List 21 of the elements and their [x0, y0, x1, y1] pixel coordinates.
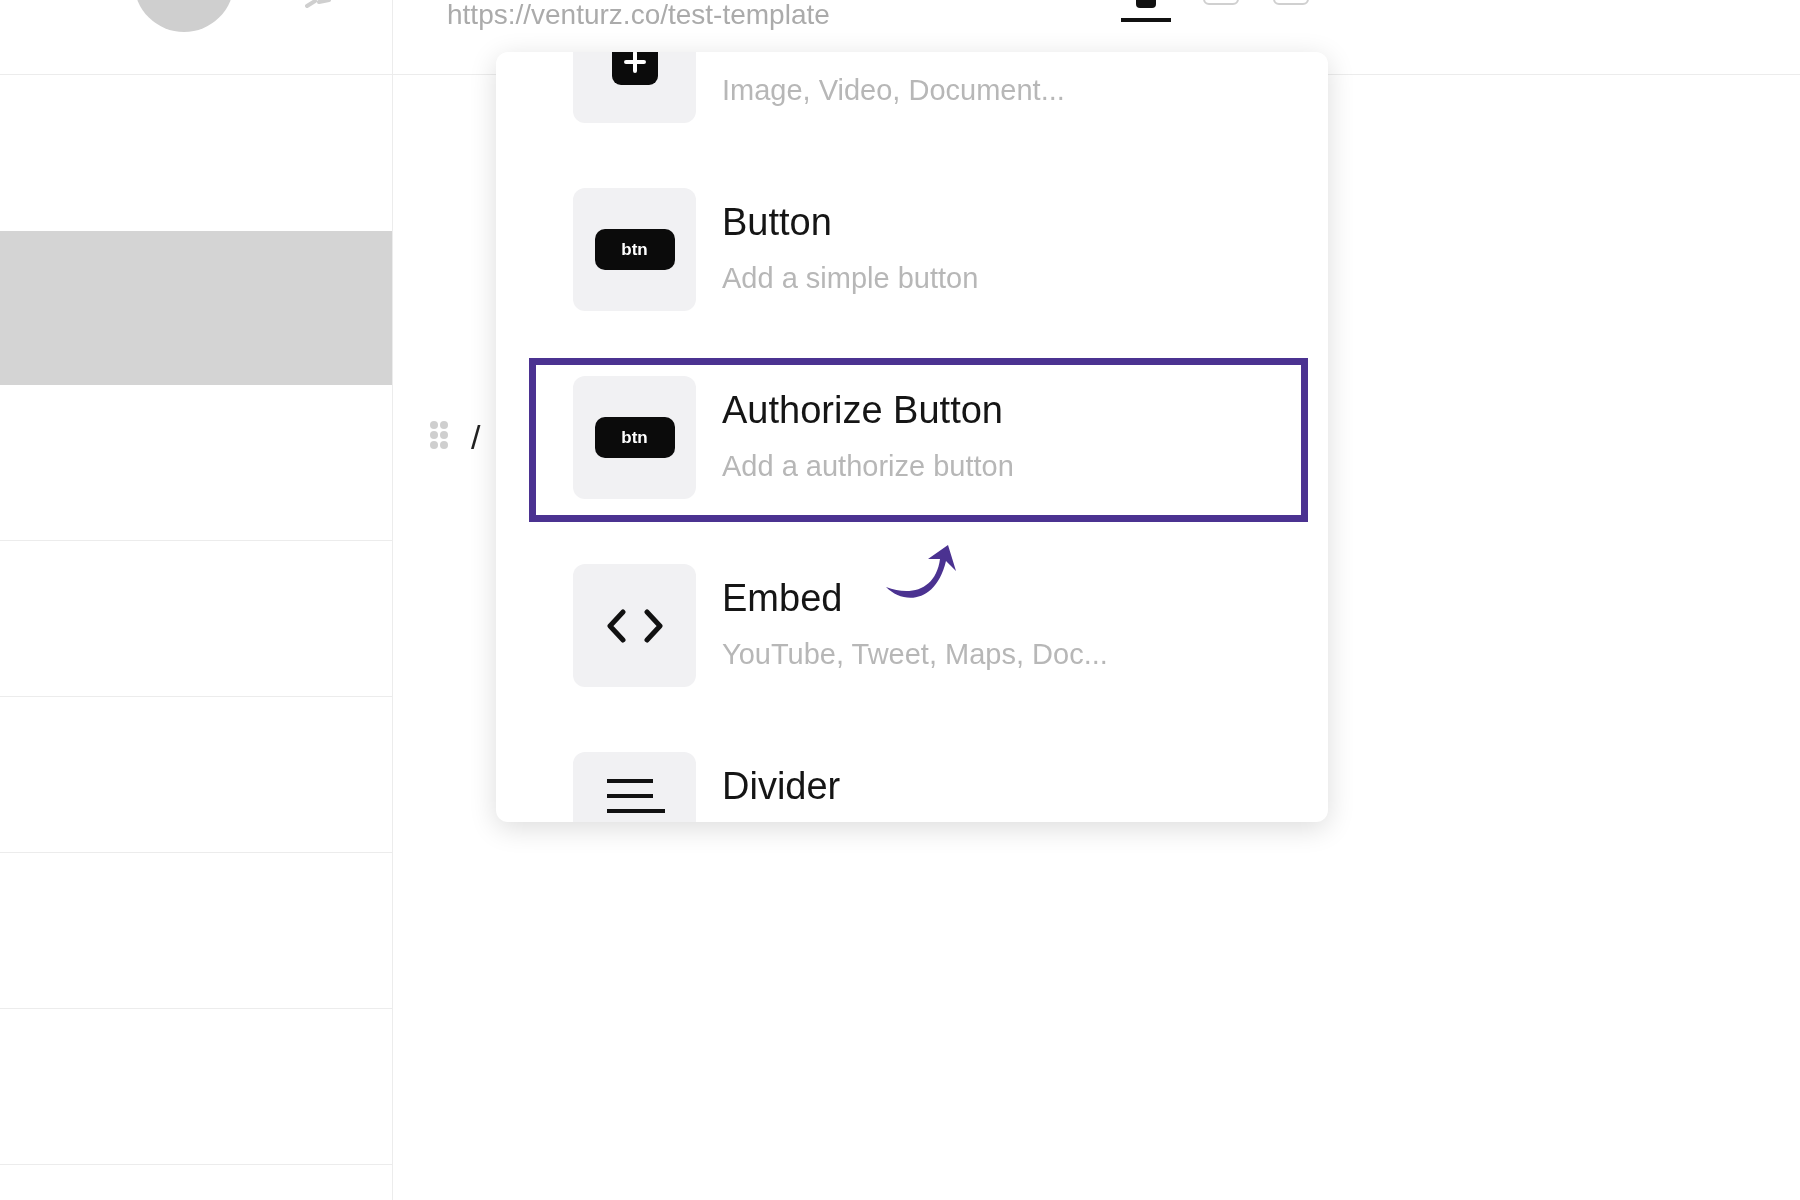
menu-item[interactable]: btn Authorize Button Add a authorize button	[529, 358, 1308, 522]
menu-item-description: Image, Video, Document...	[722, 73, 1065, 108]
lines-icon	[604, 778, 665, 815]
btn-badge: btn	[594, 417, 675, 458]
menu-item-title: Authorize Button	[722, 388, 1004, 432]
menu-item-description: Add a authorize button	[722, 449, 1014, 484]
menu-item[interactable]: btn Button Add a simple button	[529, 170, 1308, 334]
plus-icon	[611, 52, 658, 85]
sidebar-item[interactable]	[0, 231, 392, 385]
menu-item-description: Add a simple button	[722, 261, 979, 296]
btn-badge: btn	[594, 229, 675, 270]
slash-command-text: /	[471, 420, 481, 454]
page-url: https://venturz.co/test-template	[447, 0, 830, 32]
menu-item-title: Embed	[722, 576, 844, 620]
menu-item-title: Button	[722, 200, 833, 244]
drag-handle-icon[interactable]	[429, 420, 449, 450]
menu-item-title: Divider	[722, 764, 841, 808]
menu-item[interactable]: Embed YouTube, Tweet, Maps, Doc...	[529, 546, 1308, 710]
menu-item[interactable]: Divider	[529, 734, 1308, 822]
menu-item-description: YouTube, Tweet, Maps, Doc...	[722, 637, 1108, 672]
code-icon	[606, 608, 663, 643]
